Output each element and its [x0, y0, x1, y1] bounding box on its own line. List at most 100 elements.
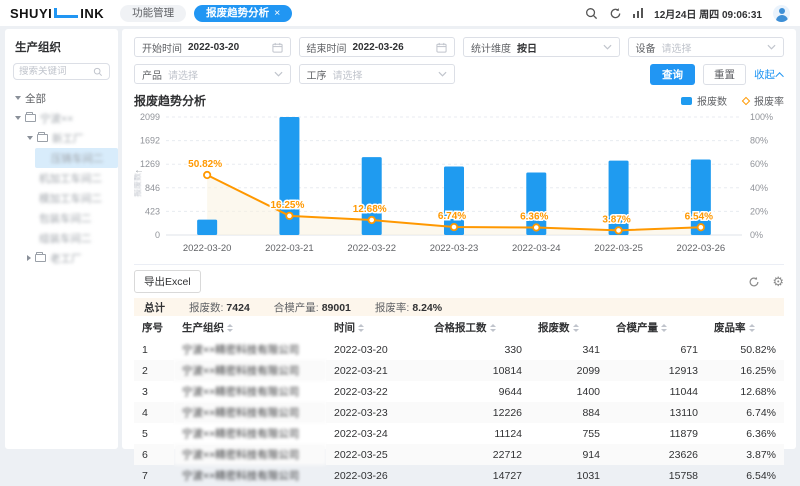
datetime-display: 12月24日 周四 09:06:31 [654, 6, 762, 21]
x-axis-label: 2022-03-24 [512, 243, 561, 254]
table-row: 6宁波××精密科技有限公司2022-03-2522712914236263.87… [134, 444, 784, 465]
cell: 15758 [608, 465, 706, 486]
table-row: 7宁波××精密科技有限公司2022-03-26147271031157586.5… [134, 465, 784, 486]
table-header-row: 序号生产组织时间合格报工数报废数合模产量废品率 [134, 316, 784, 339]
tree-item[interactable]: 全部 [5, 88, 118, 108]
right-axis-tick: 80% [750, 136, 768, 146]
export-excel-button[interactable]: 导出Excel [134, 270, 201, 293]
caret-down-icon[interactable] [27, 136, 33, 140]
gear-icon[interactable]: ⚙ [772, 275, 784, 288]
search-icon[interactable] [585, 7, 598, 20]
tree-item[interactable]: 宁波×× [5, 108, 118, 128]
trend-chart: 2099100%169280%126960%84640%42320%00%←报废… [134, 111, 784, 261]
legend-item-报废率[interactable]: 报废率 [743, 93, 784, 108]
column-header-合模产量[interactable]: 合模产量 [608, 316, 706, 339]
collapse-link[interactable]: 收起 [754, 67, 784, 82]
right-axis-tick: 40% [750, 183, 768, 193]
right-axis-tick: 20% [750, 206, 768, 216]
field-placeholder: 请选择 [662, 40, 692, 55]
caret-down-icon[interactable] [15, 116, 21, 120]
tree-item-label: 模加工车间二 [39, 191, 102, 206]
tab-strip: 功能管理报废趋势分析× [120, 5, 292, 22]
cell: 5 [134, 423, 174, 444]
sort-icon[interactable] [661, 324, 667, 332]
summary-scrap-rate: 报废率:8.24% [375, 300, 442, 315]
column-header-合格报工数[interactable]: 合格报工数 [426, 316, 530, 339]
tree-item[interactable]: 压铸车间二 [35, 148, 118, 168]
caret-right-icon[interactable] [27, 255, 31, 261]
line-marker [369, 217, 375, 223]
field-label: 设备 [636, 40, 656, 55]
reset-button[interactable]: 重置 [703, 64, 746, 85]
rate-label: 50.82% [188, 159, 222, 170]
x-axis-label: 2022-03-25 [594, 243, 643, 254]
folder-icon [35, 254, 46, 262]
rate-label: 6.54% [685, 211, 713, 222]
sort-icon[interactable] [490, 324, 496, 332]
sort-icon[interactable] [749, 324, 755, 332]
right-axis-tick: 60% [750, 159, 768, 169]
x-axis-label: 2022-03-20 [183, 243, 232, 254]
query-button[interactable]: 查询 [650, 64, 695, 85]
folder-icon [25, 114, 36, 122]
cell: 12.68% [706, 381, 784, 402]
filter-field-产品[interactable]: 产品请选择 [134, 64, 291, 84]
field-placeholder: 请选择 [333, 67, 363, 82]
user-avatar[interactable] [773, 5, 790, 22]
tree-item[interactable]: 老工厂 [5, 248, 118, 268]
cell: 884 [530, 402, 608, 423]
search-input[interactable] [19, 66, 89, 77]
close-tab-icon[interactable]: × [274, 7, 280, 19]
logo-blue-bar [54, 15, 78, 18]
sort-icon[interactable] [227, 324, 233, 332]
filter-field-统计维度[interactable]: 统计维度按日 [463, 37, 620, 57]
rate-label: 6.74% [438, 211, 466, 222]
cell: 2022-03-24 [326, 423, 426, 444]
tree-item[interactable]: 组装车间二 [5, 228, 118, 248]
tree-item[interactable]: 新工厂 [5, 128, 118, 148]
filter-buttons: 查询 重置 收起 [650, 64, 784, 85]
tree-item[interactable]: 机加工车间二 [5, 168, 118, 188]
field-label: 统计维度 [471, 40, 511, 55]
summary-total-label: 总计 [144, 300, 165, 315]
tab-0[interactable]: 功能管理 [120, 5, 186, 22]
left-axis-tick: 423 [145, 206, 160, 216]
tab-1[interactable]: 报废趋势分析× [194, 5, 292, 22]
field-label: 工序 [307, 67, 327, 82]
table-row: 3宁波××精密科技有限公司2022-03-22964414001104412.6… [134, 381, 784, 402]
cell: 11124 [426, 423, 530, 444]
column-header-废品率[interactable]: 废品率 [706, 316, 784, 339]
left-axis-tick: 1692 [140, 136, 160, 146]
refresh-icon[interactable] [748, 276, 760, 288]
tree-item-label: 老工厂 [50, 251, 82, 266]
filter-field-工序[interactable]: 工序请选择 [299, 64, 456, 84]
tree-item[interactable]: 模加工车间二 [5, 188, 118, 208]
rate-label: 3.87% [602, 214, 630, 225]
org-sidebar: 生产组织 全部宁波××新工厂压铸车间二机加工车间二模加工车间二包装车间二组装车间… [5, 29, 118, 449]
legend-item-报废数[interactable]: 报废数 [681, 93, 727, 108]
filter-field-结束时间[interactable]: 结束时间2022-03-26 [299, 37, 456, 57]
square-marker-icon [681, 97, 692, 105]
table-toolbar: 导出Excel ⚙ [134, 264, 784, 298]
cell: 12226 [426, 402, 530, 423]
cell: 50.82% [706, 339, 784, 360]
refresh-icon[interactable] [609, 7, 622, 20]
legend-label: 报废率 [754, 93, 784, 108]
line-marker [615, 227, 621, 233]
column-header-时间[interactable]: 时间 [326, 316, 426, 339]
caret-down-icon[interactable] [15, 96, 21, 100]
app-logo: SHUYIINK [10, 6, 104, 21]
chart-title: 报废趋势分析 [134, 92, 206, 109]
filter-field-设备[interactable]: 设备请选择 [628, 37, 785, 57]
sort-icon[interactable] [573, 324, 579, 332]
tree-item-label: 机加工车间二 [39, 171, 102, 186]
column-header-生产组织[interactable]: 生产组织 [174, 316, 326, 339]
cell: 755 [530, 423, 608, 444]
table-row: 4宁波××精密科技有限公司2022-03-2312226884131106.74… [134, 402, 784, 423]
sort-icon[interactable] [358, 324, 364, 332]
folder-icon [37, 134, 48, 142]
filter-field-开始时间[interactable]: 开始时间2022-03-20 [134, 37, 291, 57]
column-header-报废数[interactable]: 报废数 [530, 316, 608, 339]
tree-item[interactable]: 包装车间二 [5, 208, 118, 228]
cell: 4 [134, 402, 174, 423]
